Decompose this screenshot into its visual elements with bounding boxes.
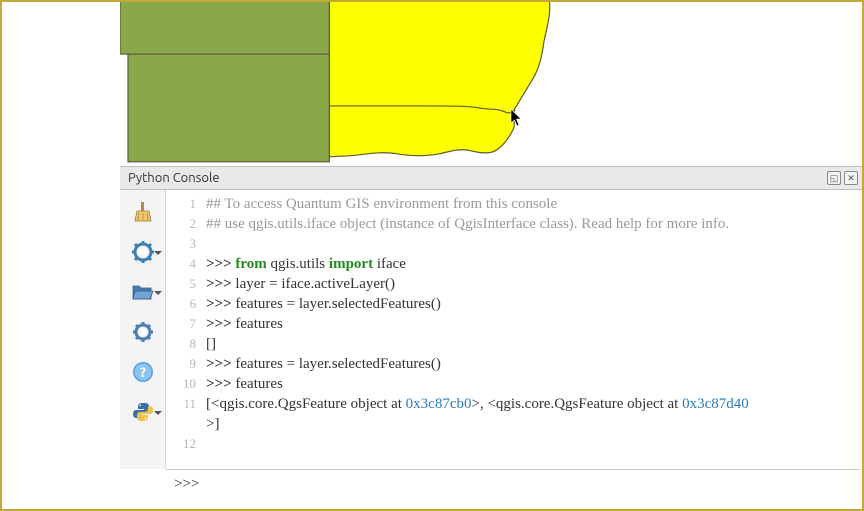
line-gutter: 123456789101112 [166,194,206,469]
map-canvas[interactable] [120,2,862,166]
console-input-bar[interactable]: >>> [166,469,860,507]
input-prompt: >>> [174,476,199,493]
code-lines: ## To access Quantum GIS environment fro… [206,194,862,469]
console-toolbar: ? [120,190,166,469]
python-icon [132,401,154,423]
region-selected [329,2,549,157]
help-button[interactable]: ? [126,358,160,386]
console-panel-header: Python Console ◱ ✕ [120,166,862,190]
console-panel-title: Python Console [128,171,220,185]
region-unselected-bottom [128,54,329,162]
run-button[interactable] [126,238,160,266]
gear-icon [131,320,155,344]
panel-dock-button[interactable]: ◱ [827,171,841,185]
panel-close-button[interactable]: ✕ [844,171,858,185]
console-input[interactable] [205,476,852,493]
map-svg [120,2,862,166]
folder-icon [131,282,155,302]
open-file-button[interactable] [126,278,160,306]
console-output[interactable]: 123456789101112 ## To access Quantum GIS… [166,190,862,469]
settings-button[interactable] [126,318,160,346]
python-button[interactable] [126,398,160,426]
console-body: ? 123456789101112 ## To access Quantum G… [120,190,862,469]
gear-run-icon [131,240,155,264]
left-gutter [2,2,120,166]
help-icon: ? [132,361,154,383]
clear-button[interactable] [126,198,160,226]
region-unselected-top [120,2,329,54]
svg-text:?: ? [139,364,145,380]
broom-icon [133,201,153,223]
